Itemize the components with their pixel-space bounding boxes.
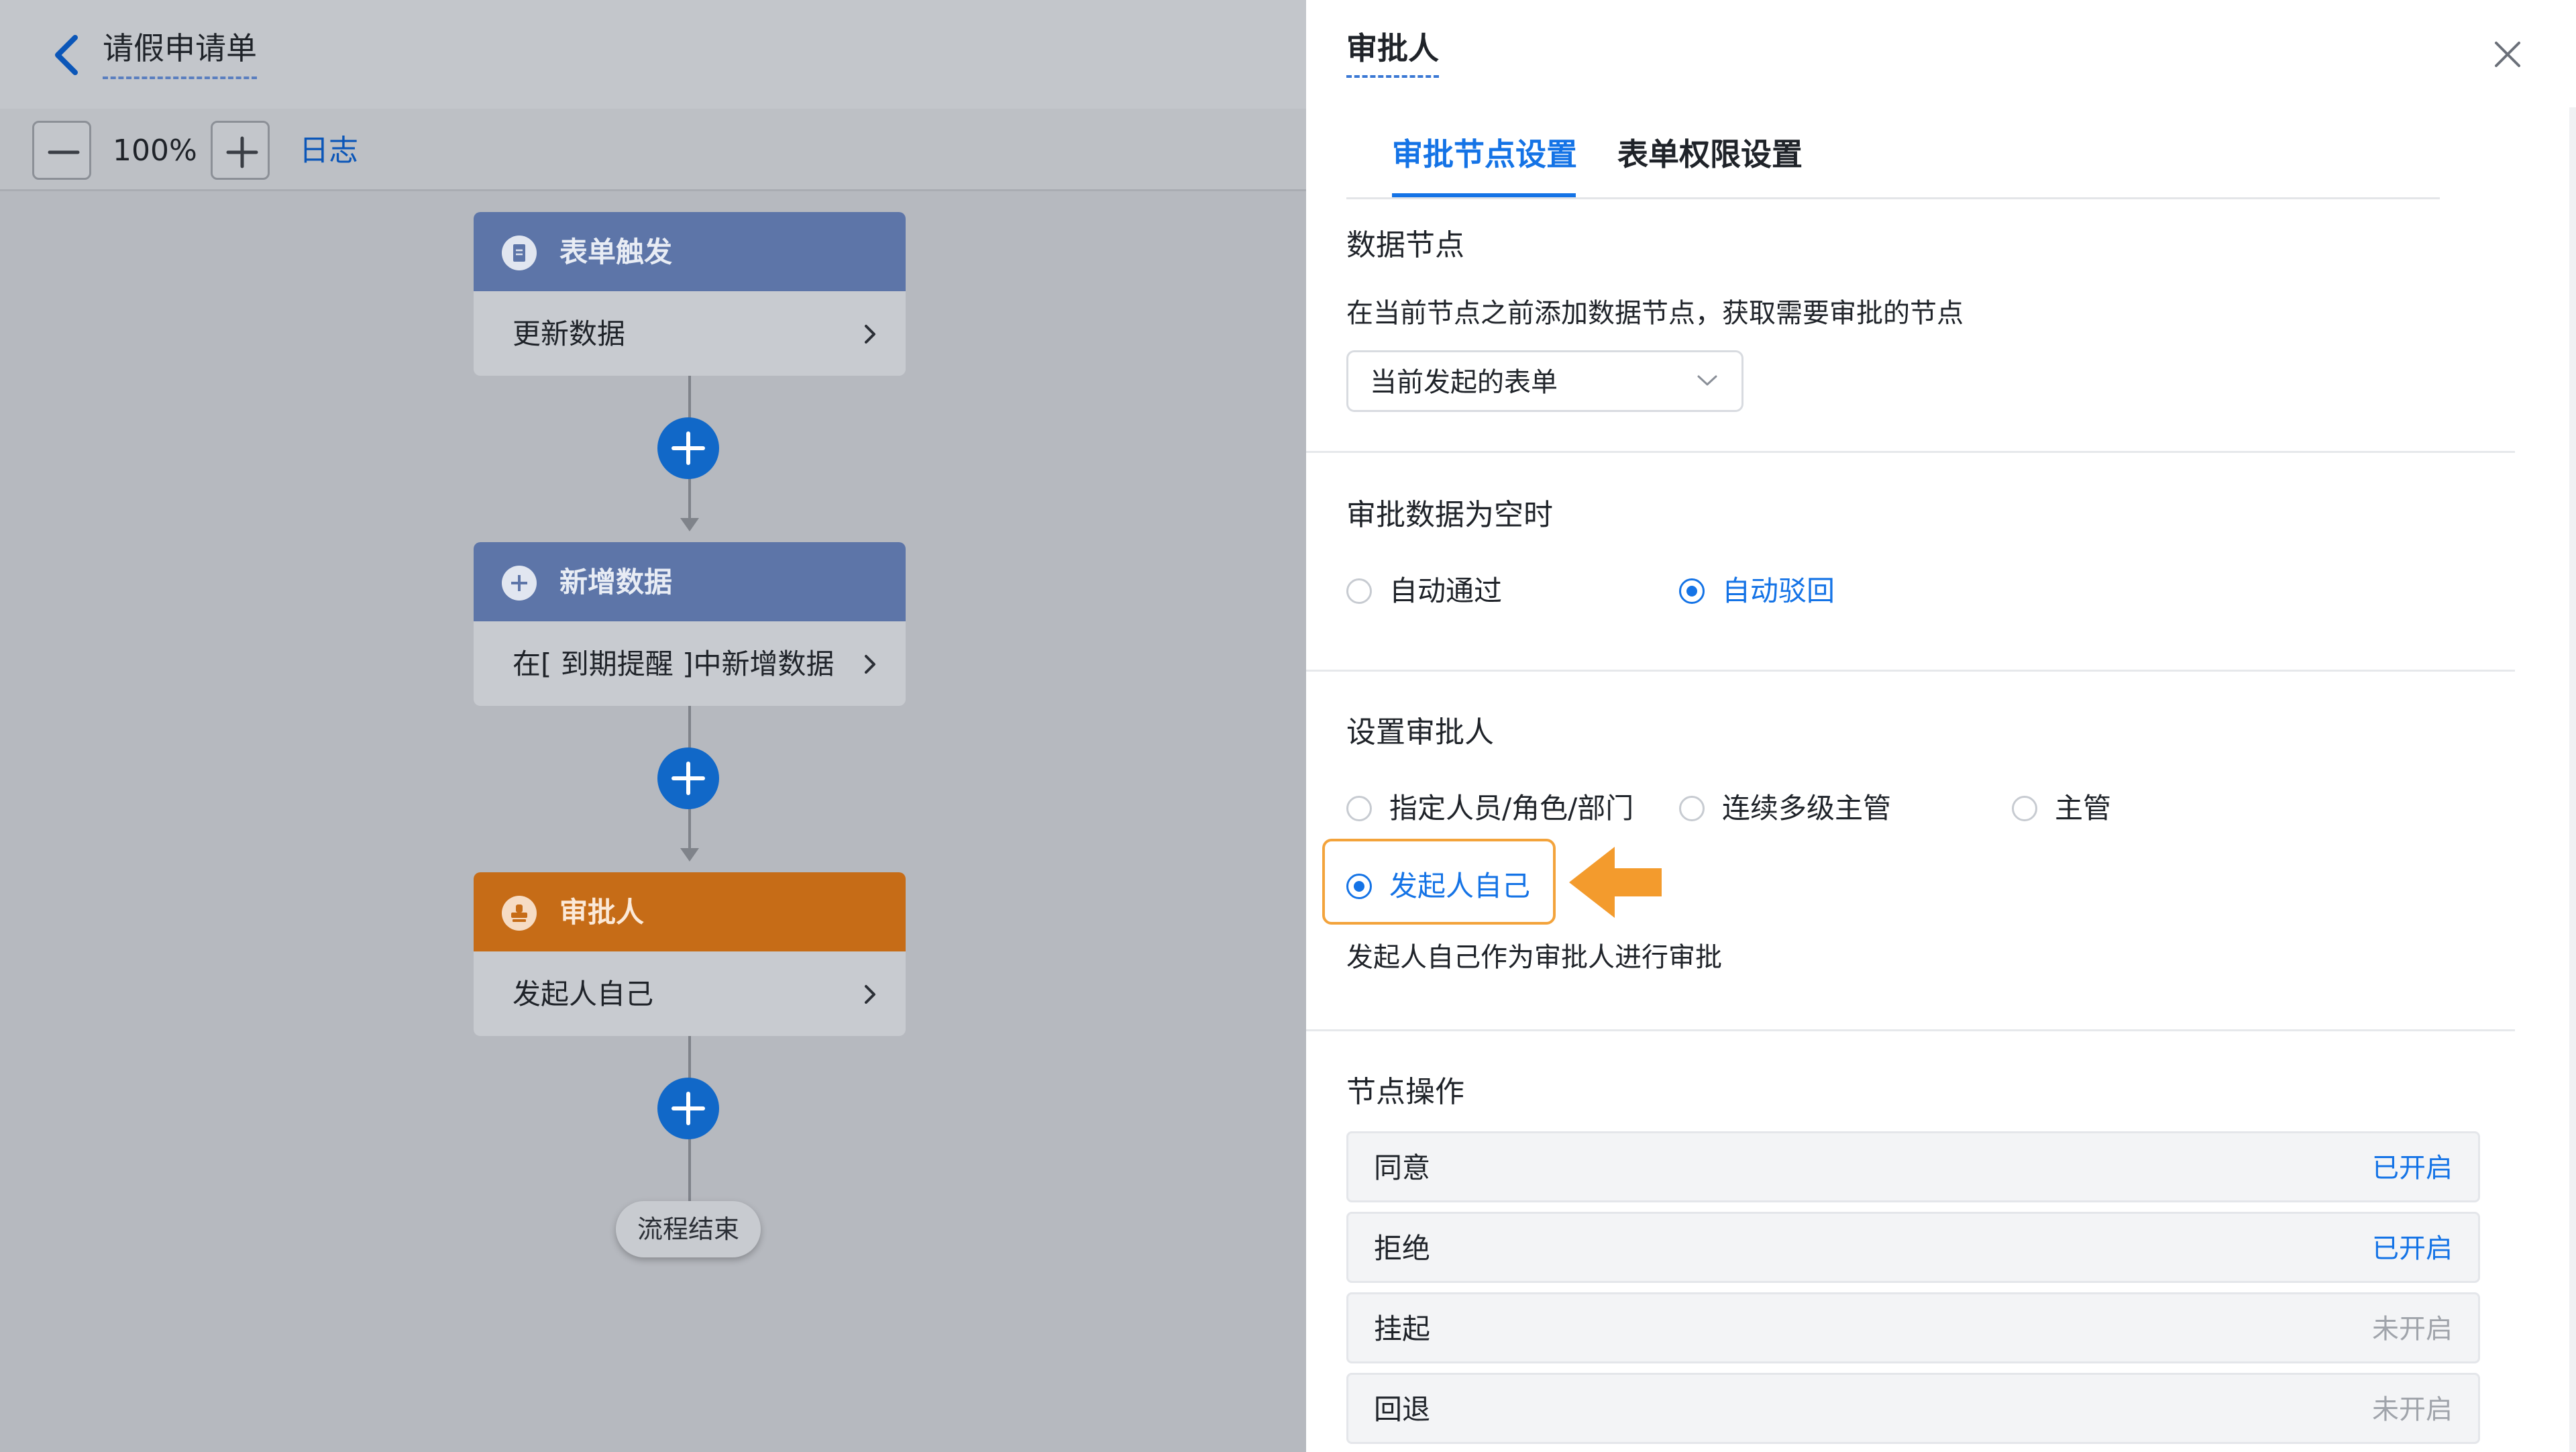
radio-circle <box>1346 796 1372 821</box>
document-icon <box>502 236 537 270</box>
select-value: 当前发起的表单 <box>1370 367 1558 398</box>
chevron-right-icon <box>865 325 875 344</box>
zoom-out-button[interactable] <box>32 121 91 180</box>
radio-circle <box>1679 578 1705 604</box>
radio-label: 主管 <box>2055 792 2112 825</box>
add-node-button[interactable] <box>657 417 719 479</box>
flow-end-node: 流程结束 <box>616 1201 761 1257</box>
node-body[interactable]: 发起人自己 <box>474 951 906 1036</box>
section-divider <box>1306 1029 2515 1031</box>
panel-title: 审批人 <box>1346 28 1439 78</box>
connector-arrow <box>680 848 699 862</box>
node-body[interactable]: 更新数据 <box>474 291 906 376</box>
operation-label: 回退 <box>1374 1393 1431 1426</box>
operation-status[interactable]: 未开启 <box>2372 1391 2453 1429</box>
node-title: 审批人 <box>559 896 645 929</box>
operation-row-reject[interactable]: 拒绝 已开启 <box>1346 1212 2480 1283</box>
radio-circle <box>1346 874 1372 899</box>
tab-node-settings[interactable]: 审批节点设置 <box>1392 134 1577 174</box>
zoom-in-button[interactable] <box>211 121 270 180</box>
operation-status[interactable]: 未开启 <box>2372 1310 2453 1348</box>
close-icon[interactable] <box>2492 39 2523 70</box>
plus-icon <box>672 762 705 795</box>
section-divider <box>1306 670 2515 672</box>
top-bar: 请假申请单 <box>0 0 1306 109</box>
minus-icon <box>48 150 80 154</box>
log-link[interactable]: 日志 <box>299 134 358 168</box>
chevron-down-icon <box>1697 375 1717 386</box>
radio-label: 连续多级主管 <box>1722 792 1892 825</box>
radio-label: 自动驳回 <box>1722 574 1835 607</box>
node-summary: 发起人自己 <box>513 978 654 1010</box>
operation-row-agree[interactable]: 同意 已开启 <box>1346 1131 2480 1202</box>
flow-node-approver[interactable]: 审批人 发起人自己 <box>474 872 906 1036</box>
plus-icon <box>226 136 258 168</box>
operation-status[interactable]: 已开启 <box>2372 1149 2453 1187</box>
radio-circle <box>1679 796 1705 821</box>
radio-label: 指定人员/角色/部门 <box>1389 792 1634 825</box>
stamp-icon <box>502 896 537 931</box>
add-node-button[interactable] <box>657 1078 719 1139</box>
tab-form-permissions[interactable]: 表单权限设置 <box>1617 134 1803 174</box>
radio-circle <box>2012 796 2037 821</box>
zoom-toolbar: 100% 日志 <box>0 109 1306 191</box>
section-title-empty-data: 审批数据为空时 <box>1346 498 1553 532</box>
chevron-left-icon[interactable] <box>47 32 87 78</box>
flow-node-add-data[interactable]: 新增数据 在[ 到期提醒 ]中新增数据 <box>474 542 906 706</box>
add-circle-icon <box>502 566 537 601</box>
node-summary: 在[ 到期提醒 ]中新增数据 <box>513 647 835 680</box>
add-node-button[interactable] <box>657 747 719 809</box>
node-title: 表单触发 <box>559 236 673 268</box>
node-body[interactable]: 在[ 到期提醒 ]中新增数据 <box>474 621 906 706</box>
arrow-left-icon <box>1569 847 1662 918</box>
flow-canvas: 表单触发 更新数据 新增数据 在[ 到期提醒 ]中新增数据 审批人 发起人自己 … <box>0 189 1306 1452</box>
active-tab-indicator <box>1392 193 1576 197</box>
radio-circle <box>1346 578 1372 604</box>
radio-label: 发起人自己 <box>1389 870 1531 902</box>
operation-status[interactable]: 已开启 <box>2372 1230 2453 1267</box>
zoom-level: 100% <box>113 134 197 168</box>
operation-label: 同意 <box>1374 1151 1431 1184</box>
approver-hint: 发起人自己作为审批人进行审批 <box>1346 942 1722 973</box>
section-title-operations: 节点操作 <box>1346 1075 1464 1109</box>
approver-settings-panel: 审批人 审批节点设置 表单权限设置 数据节点 在当前节点之前添加数据节点，获取需… <box>1306 0 2576 1452</box>
node-header: 表单触发 <box>474 212 906 291</box>
node-header: 审批人 <box>474 872 906 951</box>
data-node-select[interactable]: 当前发起的表单 <box>1346 350 1743 412</box>
section-divider <box>1306 451 2515 453</box>
connector-arrow <box>680 518 699 531</box>
operation-label: 挂起 <box>1374 1312 1431 1345</box>
section-title-approver: 设置审批人 <box>1346 715 1494 749</box>
operation-row-suspend[interactable]: 挂起 未开启 <box>1346 1292 2480 1363</box>
operation-label: 拒绝 <box>1374 1232 1431 1265</box>
settings-tabs: 审批节点设置 表单权限设置 <box>1346 127 2440 199</box>
panel-scrollbar[interactable] <box>2569 107 2576 1452</box>
page-title: 请假申请单 <box>103 28 257 79</box>
section-title-data-node: 数据节点 <box>1346 228 1464 262</box>
radio-label: 自动通过 <box>1389 574 1503 607</box>
data-node-description: 在当前节点之前添加数据节点，获取需要审批的节点 <box>1346 298 1964 329</box>
plus-icon <box>672 431 705 465</box>
chevron-right-icon <box>865 655 875 674</box>
operation-row-rollback[interactable]: 回退 未开启 <box>1346 1373 2480 1444</box>
plus-icon <box>672 1092 705 1125</box>
node-title: 新增数据 <box>559 566 673 599</box>
node-header: 新增数据 <box>474 542 906 621</box>
node-summary: 更新数据 <box>513 317 626 350</box>
flow-node-form-trigger[interactable]: 表单触发 更新数据 <box>474 212 906 376</box>
chevron-right-icon <box>865 985 875 1004</box>
